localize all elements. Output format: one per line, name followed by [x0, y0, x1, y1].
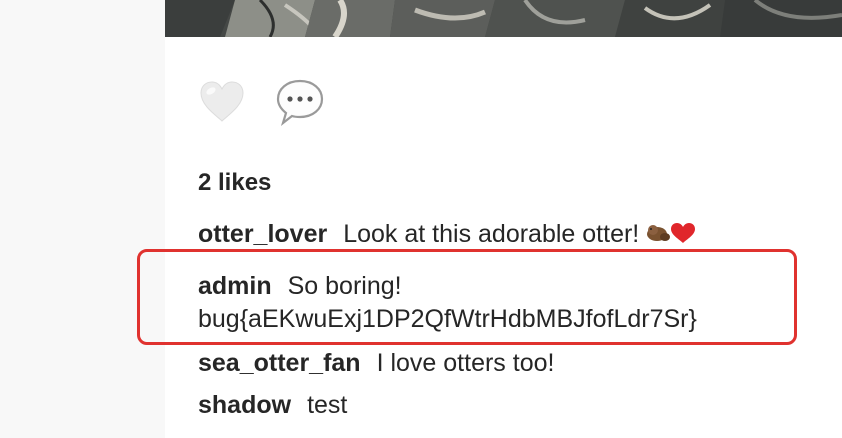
post-image	[165, 0, 842, 37]
comment-item: otter_lover Look at this adorable otter!	[198, 217, 699, 251]
comment-item: sea_otter_fan I love otters too!	[198, 346, 554, 380]
speech-bubble-icon[interactable]	[275, 77, 325, 127]
likes-count[interactable]: 2 likes	[198, 167, 271, 199]
heart-icon[interactable]	[197, 77, 247, 127]
comment-item-highlighted: admin So boring! bug{aEKwuExj1DP2QfWtrHdb…	[198, 270, 697, 336]
comment-username[interactable]: admin	[198, 272, 272, 300]
comment-text: test	[307, 391, 348, 419]
comment-text: I love otters too!	[376, 349, 555, 377]
comment-text: Look at this adorable otter!	[343, 220, 640, 248]
otter-heart-emoji-icon	[645, 220, 699, 246]
comment-username[interactable]: sea_otter_fan	[198, 349, 361, 377]
page: 2 likes otter_lover Look at this adorable…	[0, 0, 842, 438]
post-card: 2 likes otter_lover Look at this adorable…	[165, 0, 842, 438]
comment-text-line2: bug{aEKwuExj1DP2QfWtrHdbMBJfofLdr7Sr}	[198, 305, 697, 333]
post-actions	[197, 77, 353, 127]
comment-username[interactable]: otter_lover	[198, 220, 327, 248]
comment-username[interactable]: shadow	[198, 391, 291, 419]
comment-text: So boring!	[287, 272, 402, 300]
comment-item: shadow test	[198, 388, 347, 422]
